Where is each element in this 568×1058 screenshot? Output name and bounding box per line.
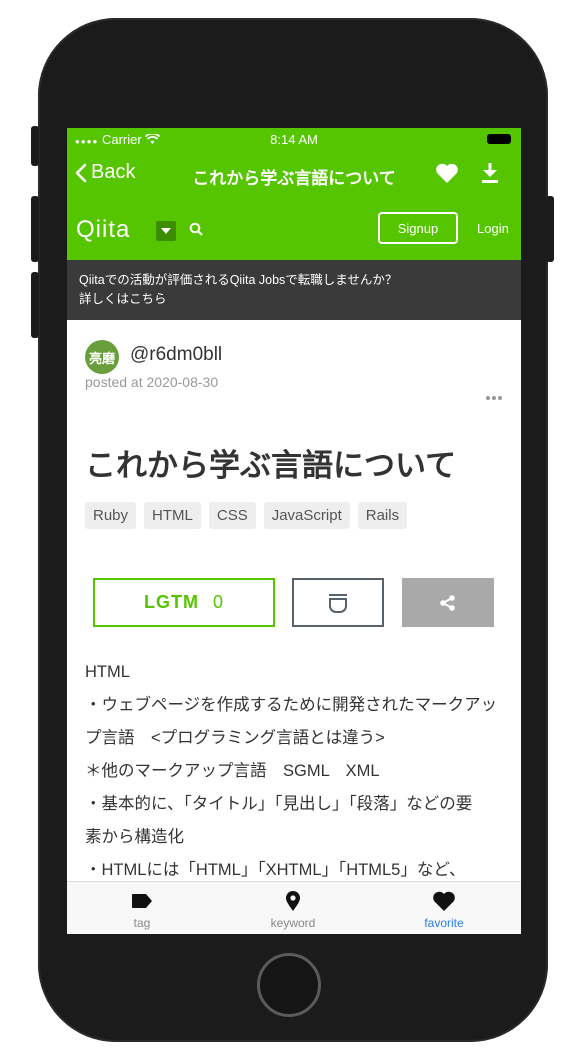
- login-link[interactable]: Login: [477, 221, 509, 236]
- tab-keyword-label: keyword: [270, 916, 316, 930]
- tag-rails[interactable]: Rails: [357, 502, 408, 529]
- banner-link[interactable]: 詳しくはこちら: [79, 290, 167, 309]
- more-options-icon[interactable]: [486, 396, 502, 400]
- signup-button[interactable]: Signup: [378, 212, 458, 244]
- tag-javascript[interactable]: JavaScript: [263, 502, 350, 529]
- body-paragraph: ・基本的に、「タイトル」「見出し」「段落」などの要: [85, 795, 473, 813]
- tab-tag-label: tag: [133, 916, 151, 930]
- clock: 8:14 AM: [270, 132, 318, 147]
- author-username[interactable]: @r6dm0bll: [130, 344, 222, 366]
- power-button: [546, 196, 554, 262]
- tab-bar: tag keyword favorite: [67, 881, 521, 934]
- tab-favorite[interactable]: favorite: [384, 890, 504, 930]
- tag-icon: [132, 894, 152, 908]
- article-body: HTML ・ウェブページを作成するために開発されたマークアッ プ言語 <プログラ…: [85, 656, 510, 887]
- share-icon: [440, 594, 455, 611]
- lgtm-button[interactable]: LGTM 0: [93, 578, 275, 627]
- qiita-header: Qiita Signup Login: [67, 198, 521, 260]
- heart-icon[interactable]: [435, 162, 459, 189]
- qiita-logo[interactable]: Qiita: [76, 216, 130, 244]
- tab-favorite-label: favorite: [424, 916, 464, 930]
- tab-keyword[interactable]: keyword: [233, 890, 353, 930]
- volume-up-button: [31, 196, 39, 262]
- search-icon[interactable]: [189, 222, 203, 241]
- posted-date: posted at 2020-08-30: [85, 374, 219, 390]
- body-paragraph: ＊他のマークアップ言語 SGML XML: [85, 762, 380, 780]
- tag-list: Ruby HTML CSS JavaScript Rails: [85, 502, 408, 529]
- home-button[interactable]: [257, 953, 321, 1017]
- nav-title: これから学ぶ言語について: [192, 169, 396, 188]
- back-button[interactable]: Back: [75, 161, 135, 184]
- battery-icon: [487, 134, 511, 144]
- stock-folder-icon: [329, 593, 347, 613]
- avatar[interactable]: 亮磨: [85, 340, 119, 374]
- body-paragraph: プ言語 <プログラミング言語とは違う>: [85, 729, 385, 747]
- body-paragraph: 素から構造化: [85, 828, 184, 846]
- lgtm-count: 0: [212, 592, 224, 612]
- menu-dropdown-button[interactable]: [156, 221, 176, 241]
- lgtm-label: LGTM: [143, 592, 199, 612]
- status-bar: ●●●● Carrier 8:14 AM: [67, 128, 521, 150]
- tag-ruby[interactable]: Ruby: [85, 502, 137, 529]
- navigation-bar: Back これから学ぶ言語について: [67, 150, 521, 198]
- tab-tag[interactable]: tag: [82, 890, 202, 930]
- share-button[interactable]: [402, 578, 494, 627]
- download-icon[interactable]: [481, 162, 499, 189]
- stock-button[interactable]: [292, 578, 384, 627]
- body-paragraph: ・ウェブページを作成するために開発されたマークアッ: [85, 696, 498, 714]
- jobs-banner[interactable]: Qiitaでの活動が評価されるQiita Jobsで転職しませんか？ 詳しくはこ…: [67, 260, 521, 320]
- banner-text: Qiitaでの活動が評価されるQiita Jobsで転職しませんか？: [79, 273, 398, 287]
- mute-switch: [31, 126, 39, 166]
- tag-css[interactable]: CSS: [208, 502, 256, 529]
- heart-icon: [433, 891, 455, 911]
- back-label: Back: [91, 161, 136, 183]
- volume-down-button: [31, 272, 39, 338]
- tag-html[interactable]: HTML: [144, 502, 201, 529]
- location-pin-icon: [286, 891, 300, 911]
- article-title: これから学ぶ言語について: [85, 448, 457, 483]
- chevron-left-icon: [75, 163, 87, 182]
- body-paragraph: HTML: [85, 663, 130, 681]
- phone-screen: ●●●● Carrier 8:14 AM Back これから学ぶ言語について Q…: [67, 128, 521, 934]
- caret-down-icon: [161, 228, 171, 234]
